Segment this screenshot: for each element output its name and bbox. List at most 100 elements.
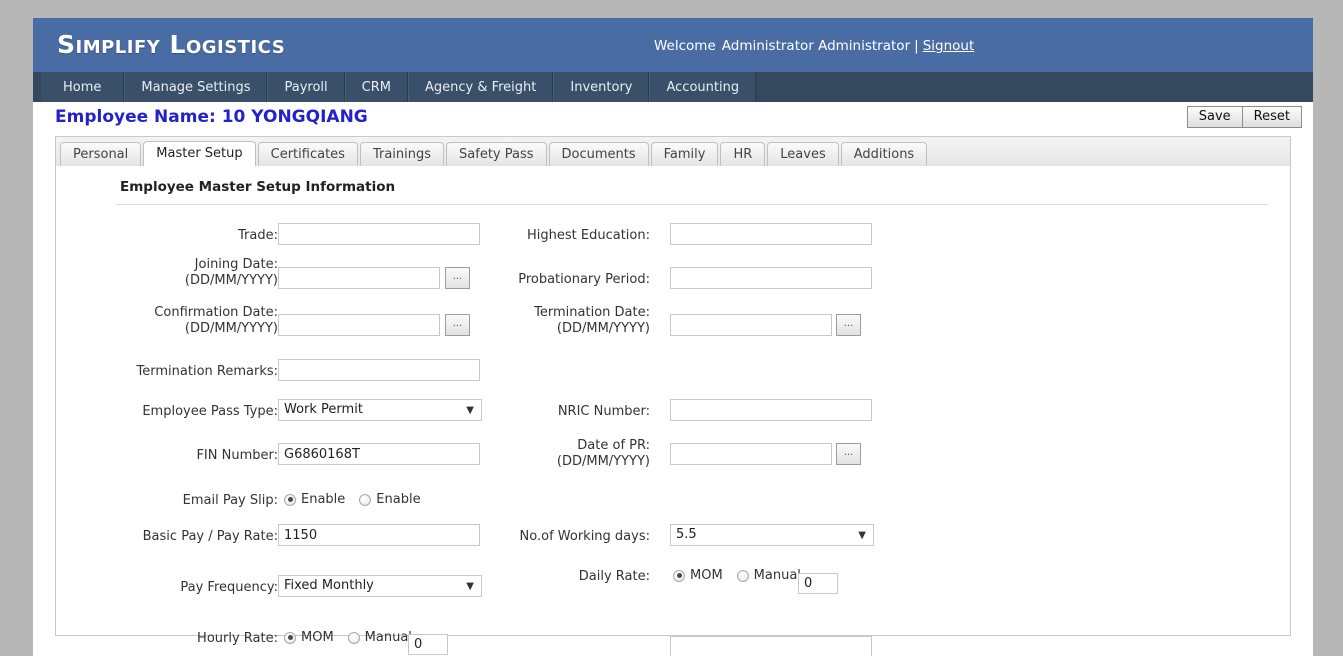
email-pay-slip-option1-radio[interactable] [284,493,296,506]
hourly-rate-mom-radio[interactable] [284,631,296,644]
termination-remarks-label: Termination Remarks: [136,364,278,379]
email-pay-slip-label: Email Pay Slip: [182,493,278,508]
hourly-rate-value-input[interactable] [408,634,448,655]
page-title-row: Employee Name: 10 YONGQIANG Save Reset [33,102,1313,136]
termination-date-label-line1: Termination Date: [534,305,650,320]
nav-item-crm[interactable]: CRM [344,72,408,102]
section-divider [116,204,1268,205]
email-pay-slip-option2-label: Enable [376,492,421,507]
date-of-pr-input[interactable] [670,443,832,465]
tab-safety-pass[interactable]: Safety Pass [446,142,547,167]
highest-education-input[interactable] [670,223,872,245]
confirmation-date-label-line2: (DD/MM/YYYY) [184,321,278,336]
daily-rate-radio-group: MOM Manual [673,568,809,583]
email-pay-slip-radio-group: Enable Enable [284,492,429,507]
confirmation-date-label: Confirmation Date: (DD/MM/YYYY) [116,305,278,337]
hourly-rate-mom-label: MOM [301,630,334,645]
reset-button[interactable]: Reset [1241,106,1302,128]
hourly-rate-radio-group: MOM Manual [284,630,420,645]
tab-personal[interactable]: Personal [60,142,142,167]
confirmation-date-input[interactable] [278,314,440,336]
tab-master-setup[interactable]: Master Setup [143,141,256,167]
daily-rate-label: Daily Rate: [578,569,650,584]
date-of-pr-label: Date of PR: (DD/MM/YYYY) [476,438,650,470]
date-of-pr-label-line1: Date of PR: [577,438,650,453]
nric-number-input[interactable] [670,399,872,421]
tab-family[interactable]: Family [650,142,719,167]
working-days-value: 5.5 [676,527,697,542]
joining-date-input[interactable] [278,267,440,289]
termination-date-picker-button[interactable]: ... [836,314,861,336]
trade-label: Trade: [238,228,278,243]
basic-pay-input[interactable] [278,524,480,546]
hourly-rate-manual-radio[interactable] [347,631,360,644]
employee-pass-type-select[interactable]: Work Permit ▼ [278,399,482,421]
fin-number-input[interactable] [278,443,480,465]
joining-date-label: Joining Date: (DD/MM/YYYY) [116,257,278,289]
nav-item-inventory[interactable]: Inventory [553,72,650,102]
tab-leaves[interactable]: Leaves [767,142,839,167]
daily-rate-mom-radio[interactable] [673,569,685,582]
basic-pay-label: Basic Pay / Pay Rate: [142,529,278,544]
joining-date-label-line1: Joining Date: [194,257,278,272]
hourly-rate-manual-label: Manual [364,630,412,645]
nav-item-payroll[interactable]: Payroll [267,72,345,102]
working-days-label: No.of Working days: [519,529,650,544]
signout-link[interactable]: Signout [923,38,975,54]
date-of-pr-label-line2: (DD/MM/YYYY) [556,454,650,469]
termination-date-input[interactable] [670,314,832,336]
master-setup-panel: Employee Master Setup Information Trade:… [55,166,1291,656]
working-days-select[interactable]: 5.5 ▼ [670,524,874,546]
welcome-area: Welcome Administrator Administrator | Signo… [654,38,974,54]
employee-pass-type-label: Employee Pass Type: [142,404,278,419]
fin-number-label: FIN Number: [196,448,278,463]
nav-item-agency-freight[interactable]: Agency & Freight [407,72,554,102]
termination-date-label: Termination Date: (DD/MM/YYYY) [476,305,650,337]
current-user-name: Administrator Administrator [721,38,911,54]
termination-remarks-input[interactable] [278,359,480,381]
nric-number-label: NRIC Number: [557,404,650,419]
highest-education-label: Highest Education: [527,228,650,243]
page-title: Employee Name: 10 YONGQIANG [55,107,368,127]
probationary-period-input[interactable] [670,267,872,289]
pay-frequency-value: Fixed Monthly [284,578,374,593]
welcome-separator: | [914,38,919,54]
confirmation-date-label-line1: Confirmation Date: [154,305,278,320]
tab-hr[interactable]: HR [720,142,766,167]
probationary-period-label: Probationary Period: [518,272,650,287]
tab-documents[interactable]: Documents [548,142,649,167]
daily-rate-mom-label: MOM [690,568,723,583]
page-action-buttons: Save Reset [1186,106,1302,128]
email-pay-slip-option2-radio[interactable] [359,493,372,506]
main-navigation: Home Manage Settings Payroll CRM Agency … [33,72,1313,102]
nav-item-manage-settings[interactable]: Manage Settings [124,72,268,102]
section-title: Employee Master Setup Information [120,179,396,195]
chevron-down-icon: ▼ [466,581,474,592]
trade-input[interactable] [278,223,480,245]
pay-frequency-label: Pay Frequency: [180,580,278,595]
hourly-rate-secondary-input[interactable] [670,636,872,656]
joining-date-label-line2: (DD/MM/YYYY) [184,273,278,288]
save-button[interactable]: Save [1186,106,1243,128]
tab-additions[interactable]: Additions [840,142,928,167]
hourly-rate-label: Hourly Rate: [197,631,278,646]
app-brand-logo: Simplify Logistics [57,30,286,59]
chevron-down-icon: ▼ [858,530,866,541]
nav-item-accounting[interactable]: Accounting [649,72,757,102]
joining-date-picker-button[interactable]: ... [445,267,470,289]
daily-rate-value-input[interactable] [798,573,838,594]
welcome-label: Welcome [654,38,716,54]
confirmation-date-picker-button[interactable]: ... [445,314,470,336]
daily-rate-manual-radio[interactable] [736,569,749,582]
chevron-down-icon: ▼ [466,405,474,416]
tab-trainings[interactable]: Trainings [359,142,445,167]
application-page: Simplify Logistics Welcome Administrator … [33,18,1313,656]
pay-frequency-select[interactable]: Fixed Monthly ▼ [278,575,482,597]
termination-date-label-line2: (DD/MM/YYYY) [556,321,650,336]
daily-rate-manual-label: Manual [753,568,801,583]
tab-certificates[interactable]: Certificates [257,142,358,167]
nav-item-home[interactable]: Home [41,72,125,102]
employee-pass-type-value: Work Permit [284,402,363,417]
date-of-pr-picker-button[interactable]: ... [836,443,861,465]
employee-tabs: Personal Master Setup Certificates Train… [55,136,1291,167]
